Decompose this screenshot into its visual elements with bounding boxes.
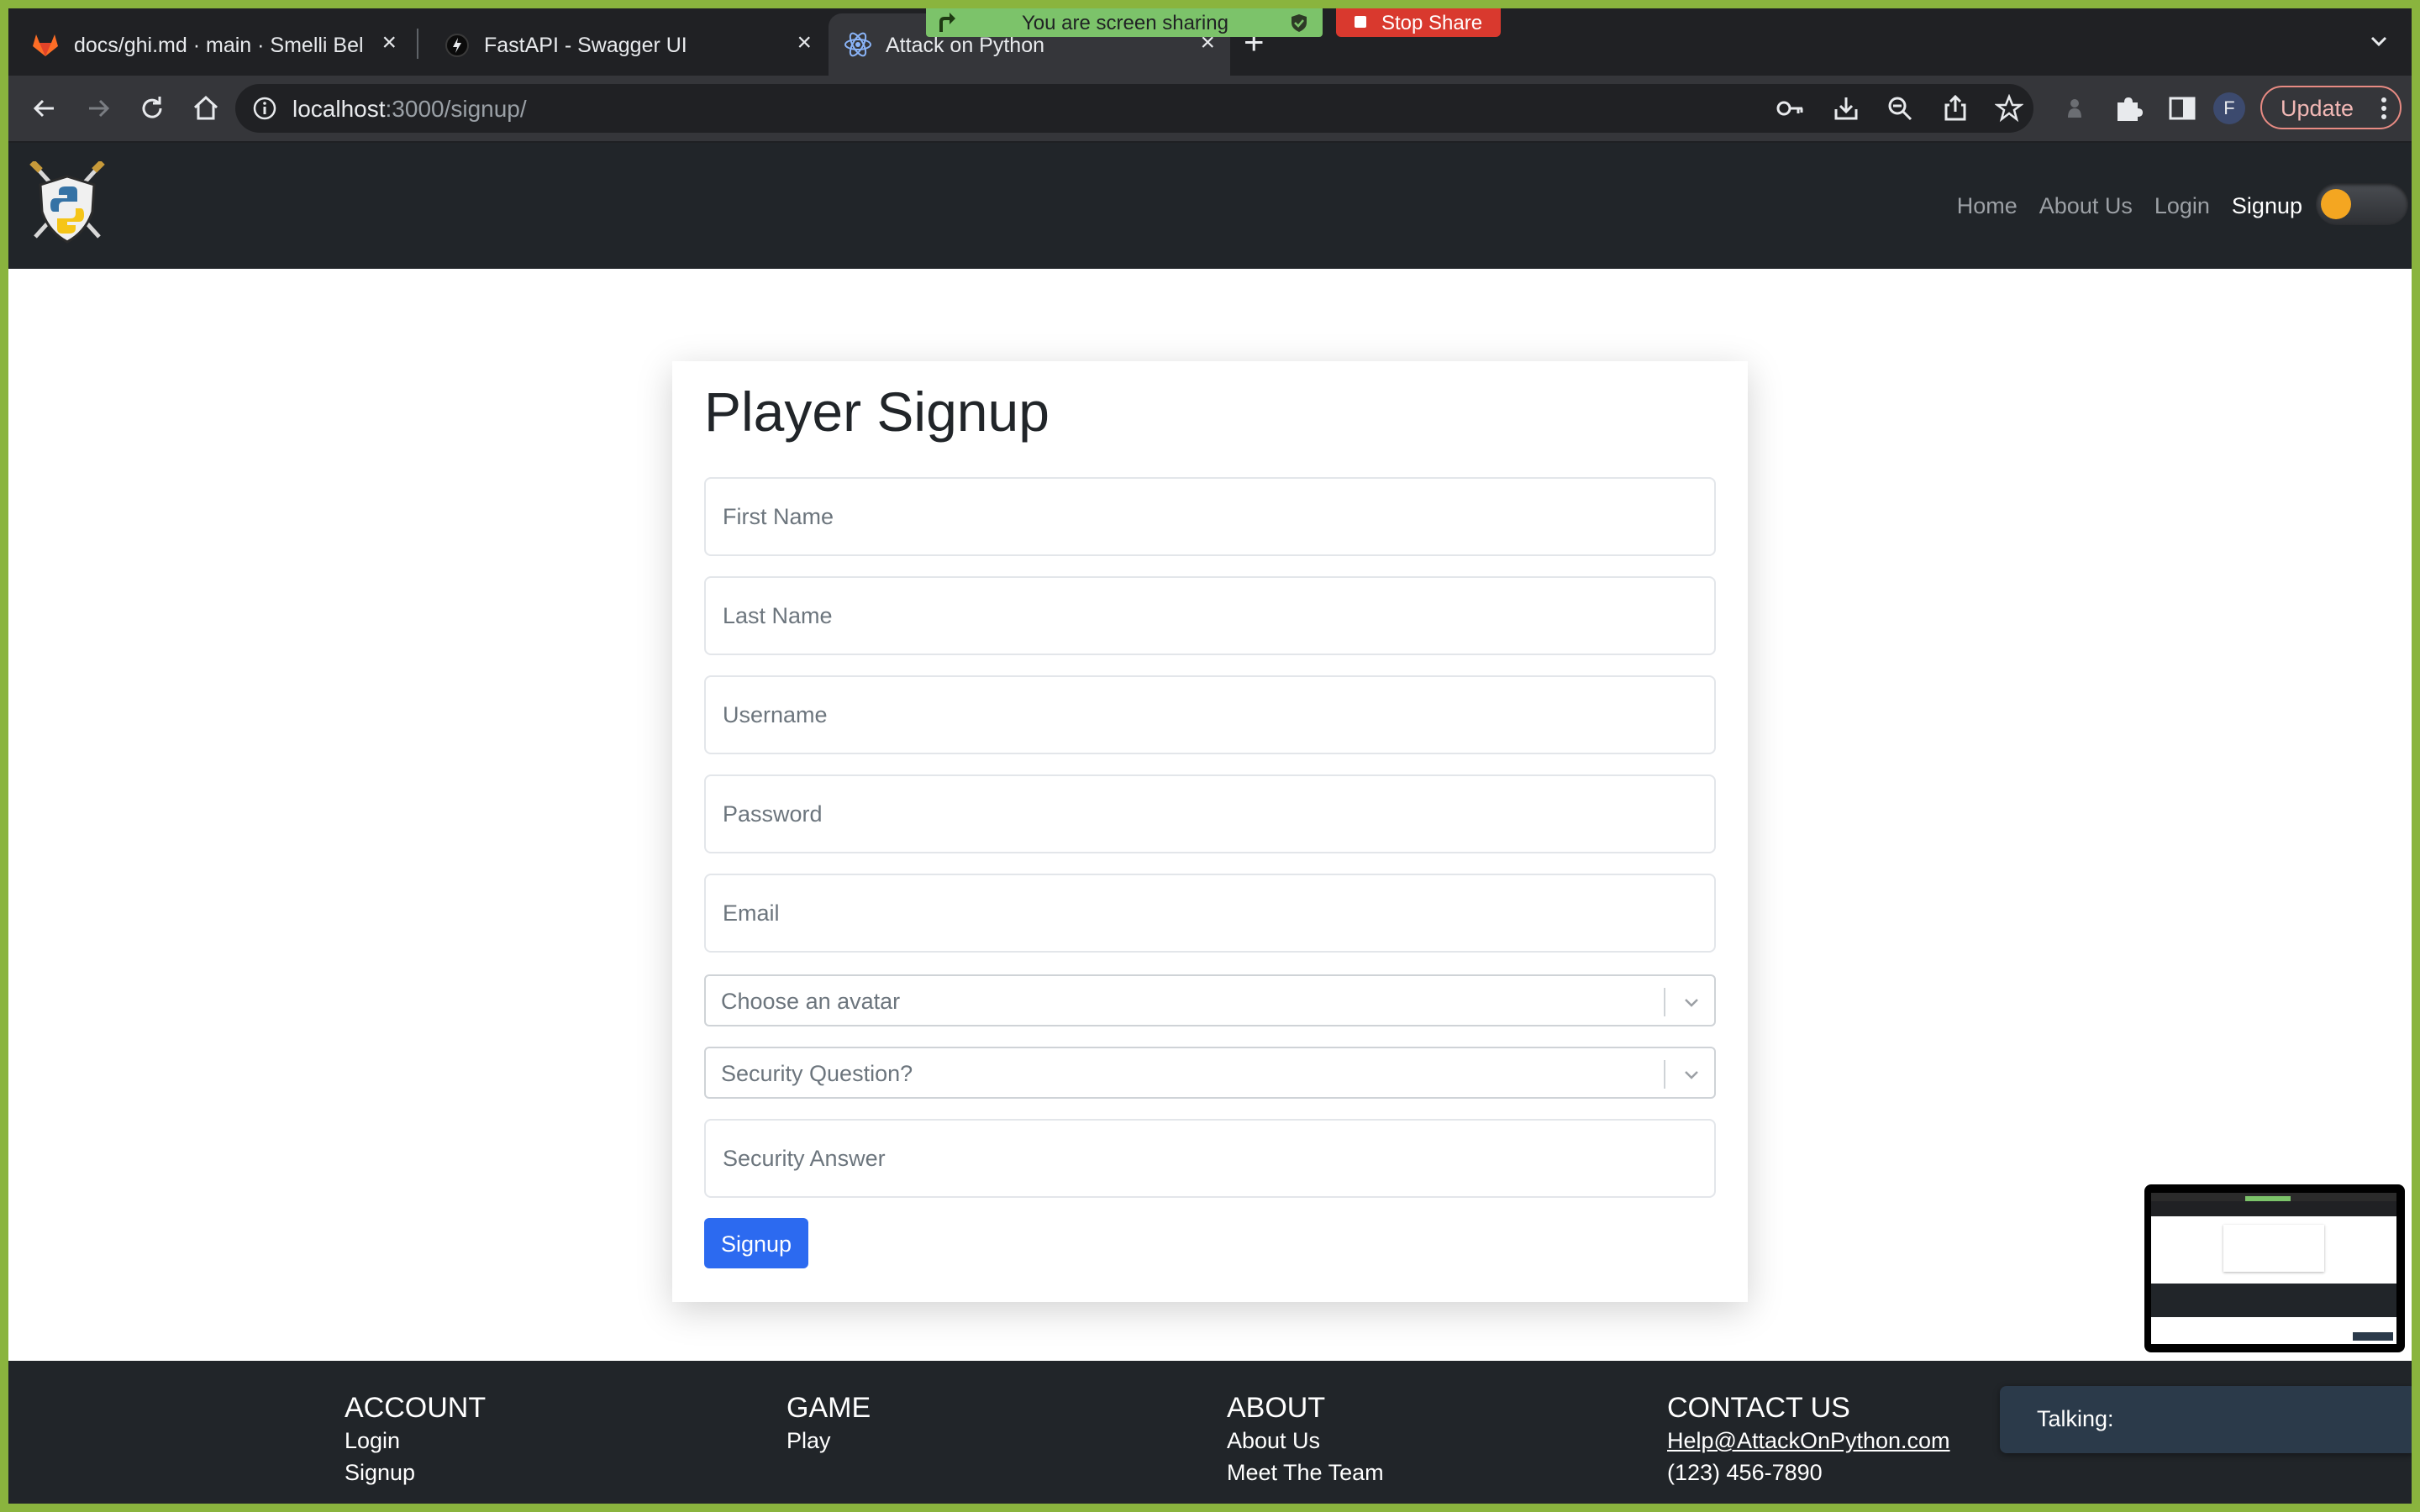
talking-indicator: Talking: — [2000, 1386, 2412, 1453]
extensions-puzzle-icon[interactable] — [2112, 92, 2144, 124]
tab-title: docs/ghi.md · main · Smelli Bel — [74, 34, 364, 57]
gitlab-icon — [32, 32, 59, 63]
security-answer-input[interactable]: Security Answer — [704, 1119, 1716, 1198]
password-placeholder: Password — [723, 801, 823, 827]
nav-about-us-link[interactable]: About Us — [2039, 193, 2133, 219]
tab-separator — [417, 29, 418, 59]
thumbnail-preview — [2151, 1193, 2396, 1344]
update-button[interactable]: Update — [2260, 86, 2402, 129]
tab-fastapi[interactable]: FastAPI - Swagger UI × — [424, 13, 827, 76]
fastapi-icon — [445, 34, 469, 63]
thumb-card — [2223, 1225, 2324, 1272]
install-app-icon[interactable] — [1832, 94, 1860, 127]
thumb-navbar — [2151, 1201, 2396, 1216]
nav-home-link[interactable]: Home — [1957, 193, 2018, 219]
email-input[interactable]: Email — [704, 874, 1716, 953]
email-placeholder: Email — [723, 900, 780, 926]
password-input[interactable]: Password — [704, 774, 1716, 853]
select-divider — [1664, 988, 1665, 1016]
footer-contact-column: CONTACT US Help@AttackOnPython.com (123)… — [1667, 1391, 1950, 1488]
theme-toggle[interactable] — [2316, 183, 2408, 225]
reload-icon[interactable] — [136, 92, 168, 124]
share-arrow-icon — [936, 12, 956, 39]
avatar-select[interactable]: Choose an avatar — [704, 974, 1716, 1026]
select-divider — [1664, 1060, 1665, 1089]
thumb-footer — [2151, 1284, 2396, 1317]
footer-about-column: ABOUT About Us Meet The Team — [1227, 1391, 1384, 1488]
signup-card: Player Signup First Name Last Name Usern… — [672, 361, 1748, 1302]
footer-account-heading: ACCOUNT — [345, 1392, 487, 1424]
screen-share-thumbnail[interactable] — [2144, 1184, 2405, 1352]
first-name-placeholder: First Name — [723, 504, 834, 529]
zoom-out-icon[interactable] — [1886, 94, 1914, 127]
tab-title: FastAPI - Swagger UI — [484, 34, 687, 57]
footer-login-link[interactable]: Login — [345, 1425, 486, 1457]
signup-submit-button[interactable]: Signup — [704, 1218, 808, 1268]
update-label: Update — [2281, 96, 2354, 121]
sharing-text: You are screen sharing — [1022, 12, 1228, 34]
username-placeholder: Username — [723, 702, 828, 727]
footer-email-link[interactable]: Help@AttackOnPython.com — [1667, 1425, 1950, 1457]
close-tab-icon[interactable]: × — [797, 30, 812, 55]
address-bar[interactable]: localhost:3000/signup/ — [235, 84, 2033, 133]
footer-play-link[interactable]: Play — [786, 1425, 871, 1457]
python-shield-logo[interactable] — [27, 160, 108, 245]
sun-icon — [2321, 189, 2351, 219]
extension-profile-icon[interactable] — [2059, 92, 2091, 124]
screen-sharing-indicator: You are screen sharing — [926, 8, 1323, 37]
key-icon[interactable] — [1776, 96, 1805, 125]
profile-avatar[interactable]: F — [2213, 92, 2245, 124]
username-input[interactable]: Username — [704, 675, 1716, 754]
footer-game-column: GAME Play — [786, 1391, 871, 1457]
forward-arrow-icon[interactable] — [82, 92, 114, 124]
footer-about-us-link[interactable]: About Us — [1227, 1425, 1384, 1457]
footer-about-heading: ABOUT — [1227, 1392, 1326, 1424]
talking-label: Talking: — [2037, 1406, 2114, 1431]
footer-meet-team-link[interactable]: Meet The Team — [1227, 1457, 1384, 1488]
security-question-select[interactable]: Security Question? — [704, 1047, 1716, 1099]
tab-search-chevron-icon[interactable] — [2368, 30, 2390, 56]
bookmark-star-icon[interactable] — [1994, 93, 2024, 127]
more-vert-icon — [2380, 96, 2388, 127]
site-info-icon[interactable] — [252, 96, 277, 125]
thumb-talking — [2353, 1332, 2393, 1341]
footer-phone: (123) 456-7890 — [1667, 1460, 1823, 1485]
page-title: Player Signup — [704, 381, 1050, 443]
last-name-input[interactable]: Last Name — [704, 576, 1716, 655]
tab-gitlab-docs[interactable]: docs/ghi.md · main · Smelli Bel × — [8, 13, 412, 76]
screen: docs/ghi.md · main · Smelli Bel × FastAP… — [8, 8, 2412, 1504]
site-navbar: Home About Us Login Signup — [8, 143, 2412, 269]
chevron-down-icon[interactable] — [1681, 991, 1702, 1017]
close-tab-icon[interactable]: × — [381, 30, 397, 55]
first-name-input[interactable]: First Name — [704, 477, 1716, 556]
tab-title: Attack on Python — [886, 34, 1045, 57]
url-text: localhost:3000/signup/ — [292, 96, 527, 122]
last-name-placeholder: Last Name — [723, 603, 833, 628]
footer-game-heading: GAME — [786, 1392, 871, 1424]
stop-share-label: Stop Share — [1381, 12, 1483, 34]
avatar-select-placeholder: Choose an avatar — [721, 989, 901, 1014]
footer-account-column: ACCOUNT Login Signup — [345, 1391, 486, 1488]
side-panel-icon[interactable] — [2166, 92, 2198, 124]
back-arrow-icon[interactable] — [29, 92, 60, 124]
home-icon[interactable] — [190, 92, 222, 124]
security-question-placeholder: Security Question? — [721, 1061, 913, 1086]
screen-share-banner: You are screen sharing Stop Share — [926, 8, 1501, 37]
signup-submit-label: Signup — [721, 1231, 792, 1257]
nav-signup-link[interactable]: Signup — [2232, 193, 2302, 219]
react-icon — [844, 30, 872, 65]
nav-links: Home About Us Login Signup — [1957, 193, 2302, 219]
security-answer-placeholder: Security Answer — [723, 1146, 886, 1171]
stop-share-button[interactable]: Stop Share — [1336, 8, 1501, 37]
footer-contact-heading: CONTACT US — [1667, 1392, 1850, 1424]
shield-check-icon — [1289, 13, 1309, 39]
footer-signup-link[interactable]: Signup — [345, 1457, 486, 1488]
nav-login-link[interactable]: Login — [2154, 193, 2210, 219]
chevron-down-icon[interactable] — [1681, 1063, 1702, 1089]
stop-square-icon — [1355, 16, 1366, 28]
browser-toolbar: localhost:3000/signup/ F Update — [8, 76, 2412, 143]
share-icon[interactable] — [1941, 94, 1970, 127]
